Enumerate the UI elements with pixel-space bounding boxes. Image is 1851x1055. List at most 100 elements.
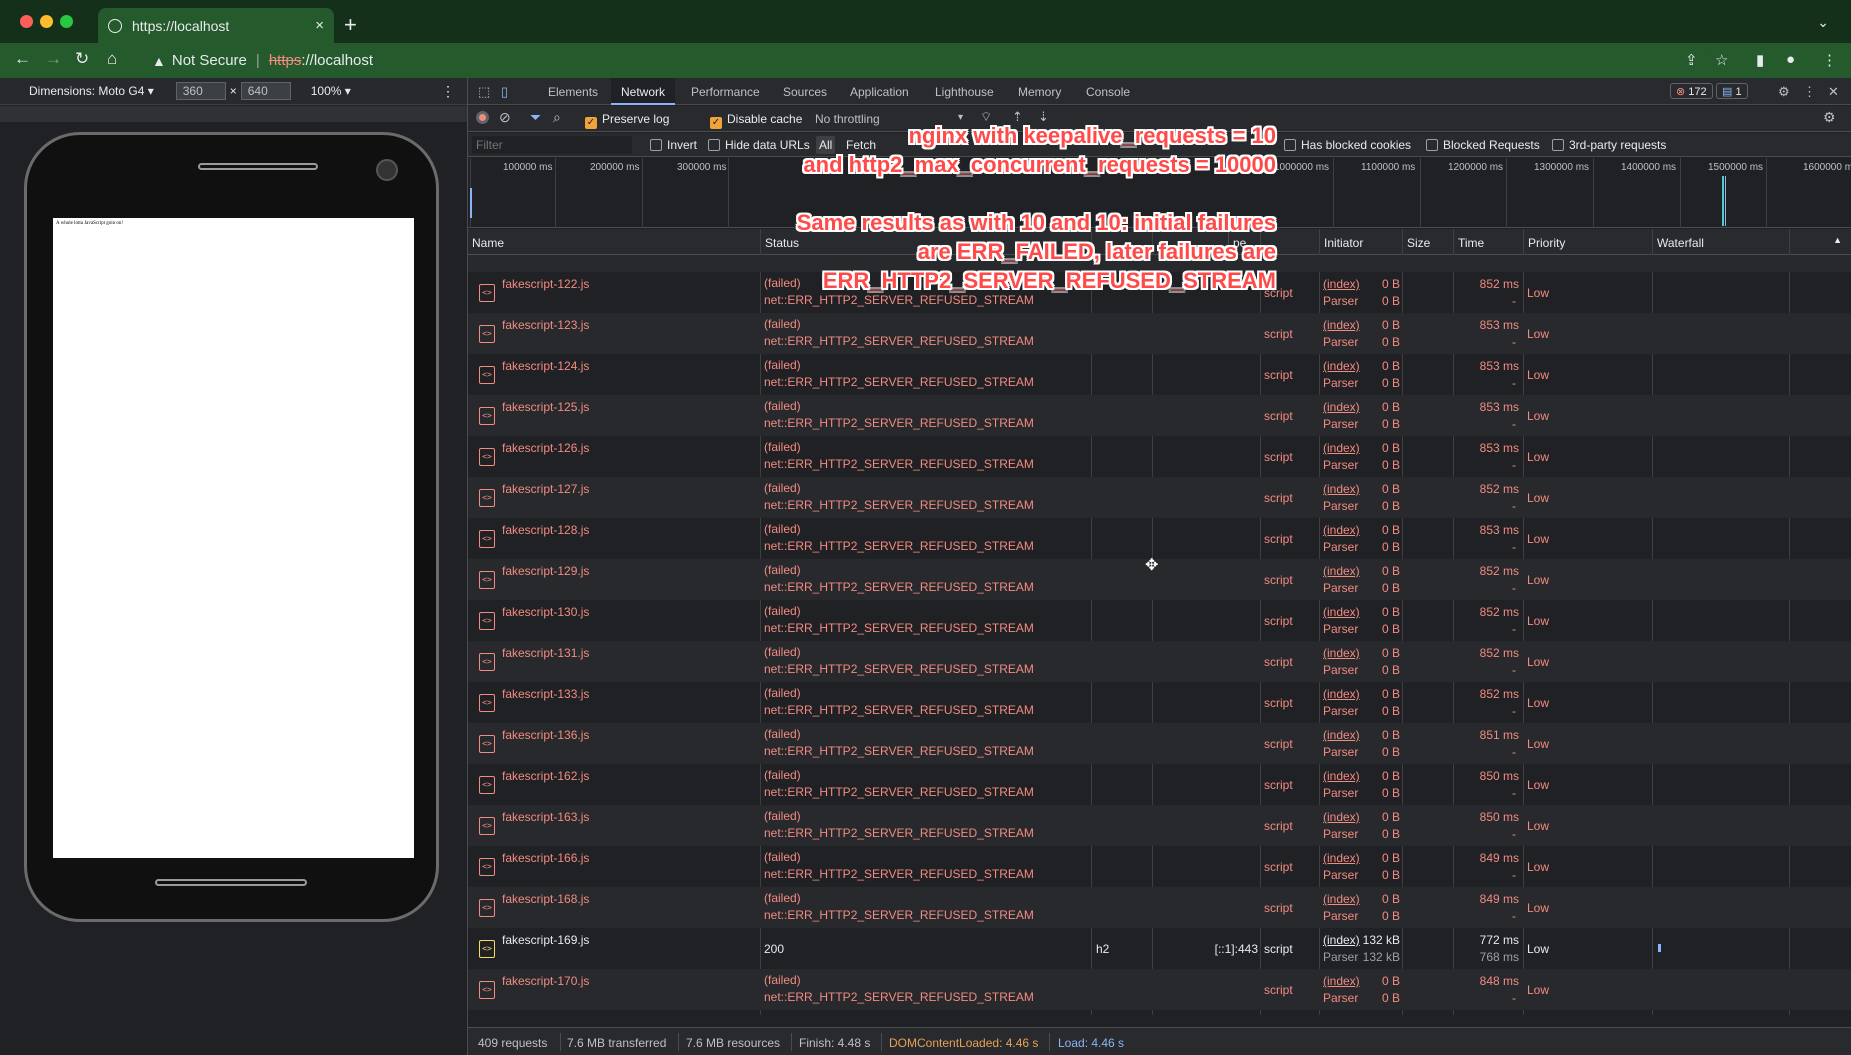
initiator-link[interactable]: (index) (1323, 318, 1360, 332)
request-name[interactable]: fakescript-163.js (502, 810, 589, 824)
column-name[interactable]: Name (468, 229, 508, 255)
preserve-log-checkbox[interactable]: ✓ Preserve log (585, 112, 669, 129)
profile-avatar-icon[interactable]: ● (1786, 51, 1795, 68)
initiator-link[interactable]: (index) (1323, 441, 1360, 455)
column-time[interactable]: Time (1453, 229, 1488, 255)
initiator-link[interactable]: (index) (1323, 646, 1360, 660)
column-waterfall[interactable]: Waterfall ▲ (1652, 229, 1851, 255)
request-name[interactable]: fakescript-136.js (502, 728, 589, 742)
table-row[interactable]: <> fakescript-169.js 200 h2 [::1]:443 script (… (468, 928, 1851, 969)
table-row[interactable]: <> fakescript-124.js (failed) net::ERR_HTTP… (468, 354, 1851, 395)
third-party-checkbox[interactable]: 3rd-party requests (1552, 138, 1666, 152)
request-name[interactable]: fakescript-168.js (502, 892, 589, 906)
table-row[interactable]: <> fakescript-133.js (failed) net::ERR_HTTP… (468, 682, 1851, 723)
devtools-menu-icon[interactable]: ⋮ (1803, 84, 1816, 100)
tab-sources[interactable]: Sources (783, 85, 827, 99)
message-count-badge[interactable]: ▤ 1 (1716, 83, 1748, 99)
forward-icon[interactable]: → (45, 49, 62, 69)
request-name[interactable]: fakescript-166.js (502, 851, 589, 865)
filter-icon[interactable]: ⏷ (530, 109, 541, 126)
initiator-link[interactable]: (index) (1323, 974, 1360, 988)
tab-performance[interactable]: Performance (691, 85, 760, 99)
request-name[interactable]: fakescript-133.js (502, 687, 589, 701)
initiator-link[interactable]: (index) (1323, 769, 1360, 783)
tab-search-icon[interactable]: ⌄ (1817, 14, 1829, 31)
inspect-element-icon[interactable]: ⬚ (478, 84, 490, 100)
invert-checkbox[interactable]: Invert (650, 138, 697, 152)
search-icon[interactable]: ⌕ (553, 109, 561, 126)
reload-icon[interactable]: ↻ (75, 49, 89, 69)
zoom-window-button[interactable] (60, 15, 73, 28)
request-name[interactable]: fakescript-122.js (502, 277, 589, 291)
request-name[interactable]: fakescript-125.js (502, 400, 589, 414)
table-row[interactable]: <> fakescript-170.js (failed) net::ERR_HTTP… (468, 969, 1851, 1010)
has-blocked-cookies-checkbox[interactable]: Has blocked cookies (1284, 138, 1411, 152)
initiator-link[interactable]: (index) (1323, 400, 1360, 414)
table-row[interactable]: <> fakescript-128.js (failed) net::ERR_HTTP… (468, 518, 1851, 559)
close-devtools-icon[interactable]: ✕ (1828, 84, 1839, 100)
request-name[interactable]: fakescript-170.js (502, 974, 589, 988)
bookmark-star-icon[interactable]: ☆ (1715, 51, 1728, 69)
request-name[interactable]: fakescript-162.js (502, 769, 589, 783)
blocked-requests-checkbox[interactable]: Blocked Requests (1426, 138, 1540, 152)
initiator-link[interactable]: (index) (1323, 851, 1360, 865)
tab-lighthouse[interactable]: Lighthouse (935, 85, 994, 99)
table-row[interactable]: <> fakescript-126.js (failed) net::ERR_HTTP… (468, 436, 1851, 477)
record-button[interactable] (476, 111, 489, 124)
initiator-link[interactable]: (index) (1323, 482, 1360, 496)
table-row[interactable]: <> fakescript-163.js (failed) net::ERR_HTTP… (468, 805, 1851, 846)
table-row[interactable]: <> fakescript-136.js (failed) net::ERR_HTTP… (468, 723, 1851, 764)
column-initiator[interactable]: Initiator (1319, 229, 1367, 255)
tab-application[interactable]: Application (850, 85, 909, 99)
request-name[interactable]: fakescript-129.js (502, 564, 589, 578)
request-name[interactable]: fakescript-123.js (502, 318, 589, 332)
device-zoom-select[interactable]: 100% ▾ (311, 84, 351, 98)
address-bar[interactable]: ▲ Not Secure | https ://localhost (140, 47, 1714, 74)
table-row[interactable]: <> fakescript-123.js (failed) net::ERR_HTTP… (468, 313, 1851, 354)
request-name[interactable]: fakescript-124.js (502, 359, 589, 373)
close-window-button[interactable] (20, 15, 33, 28)
table-row[interactable]: <> fakescript-125.js (failed) net::ERR_HTTP… (468, 395, 1851, 436)
clear-icon[interactable]: ⊘ (499, 109, 511, 126)
table-row[interactable]: <> fakescript-168.js (failed) net::ERR_HTTP… (468, 887, 1851, 928)
browser-tab[interactable]: https://localhost × (98, 8, 334, 43)
tab-memory[interactable]: Memory (1018, 85, 1061, 99)
emulated-page[interactable]: A whole lotta JavaScript goin on! (53, 218, 414, 858)
request-name[interactable]: fakescript-169.js (502, 933, 589, 947)
device-width-input[interactable]: 360 (175, 82, 226, 100)
settings-gear-icon[interactable]: ⚙ (1778, 84, 1790, 100)
initiator-link[interactable]: (index) (1323, 359, 1360, 373)
initiator-link[interactable]: (index) (1323, 892, 1360, 906)
request-name[interactable]: fakescript-130.js (502, 605, 589, 619)
table-row[interactable]: <> fakescript-131.js (failed) net::ERR_HTTP… (468, 641, 1851, 682)
initiator-link[interactable]: (index) (1323, 564, 1360, 578)
share-icon[interactable]: ⇪ (1685, 51, 1698, 69)
side-panel-icon[interactable]: ▮ (1756, 51, 1764, 69)
table-row[interactable]: <> fakescript-162.js (failed) net::ERR_HTTP… (468, 764, 1851, 805)
disable-cache-checkbox[interactable]: ✓ Disable cache (710, 112, 802, 129)
initiator-link[interactable]: (index) (1323, 933, 1360, 947)
tab-console[interactable]: Console (1086, 85, 1130, 99)
table-row[interactable]: <> fakescript-166.js (failed) net::ERR_HTTP… (468, 846, 1851, 887)
tab-network[interactable]: Network (611, 78, 676, 105)
error-count-badge[interactable]: ⊗ 172 (1670, 83, 1713, 99)
initiator-link[interactable]: (index) (1323, 687, 1360, 701)
device-height-input[interactable]: 640 (240, 82, 291, 100)
initiator-link[interactable]: (index) (1323, 605, 1360, 619)
filter-input[interactable] (472, 136, 632, 154)
request-name[interactable]: fakescript-126.js (502, 441, 589, 455)
device-dimensions-select[interactable]: Dimensions: Moto G4 ▾ (29, 84, 154, 98)
column-priority[interactable]: Priority (1523, 229, 1569, 255)
initiator-link[interactable]: (index) (1323, 728, 1360, 742)
minimize-window-button[interactable] (40, 15, 53, 28)
throttling-select[interactable]: No throttling (815, 112, 880, 126)
back-icon[interactable]: ← (14, 49, 31, 69)
new-tab-button[interactable]: + (344, 12, 357, 38)
request-name[interactable]: fakescript-127.js (502, 482, 589, 496)
request-name[interactable]: fakescript-131.js (502, 646, 589, 660)
initiator-link[interactable]: (index) (1323, 277, 1360, 291)
request-name[interactable]: fakescript-128.js (502, 523, 589, 537)
network-settings-gear-icon[interactable]: ⚙ (1823, 109, 1836, 126)
home-icon[interactable]: ⌂ (107, 49, 117, 69)
device-toggle-icon[interactable]: ▯ (501, 84, 508, 100)
